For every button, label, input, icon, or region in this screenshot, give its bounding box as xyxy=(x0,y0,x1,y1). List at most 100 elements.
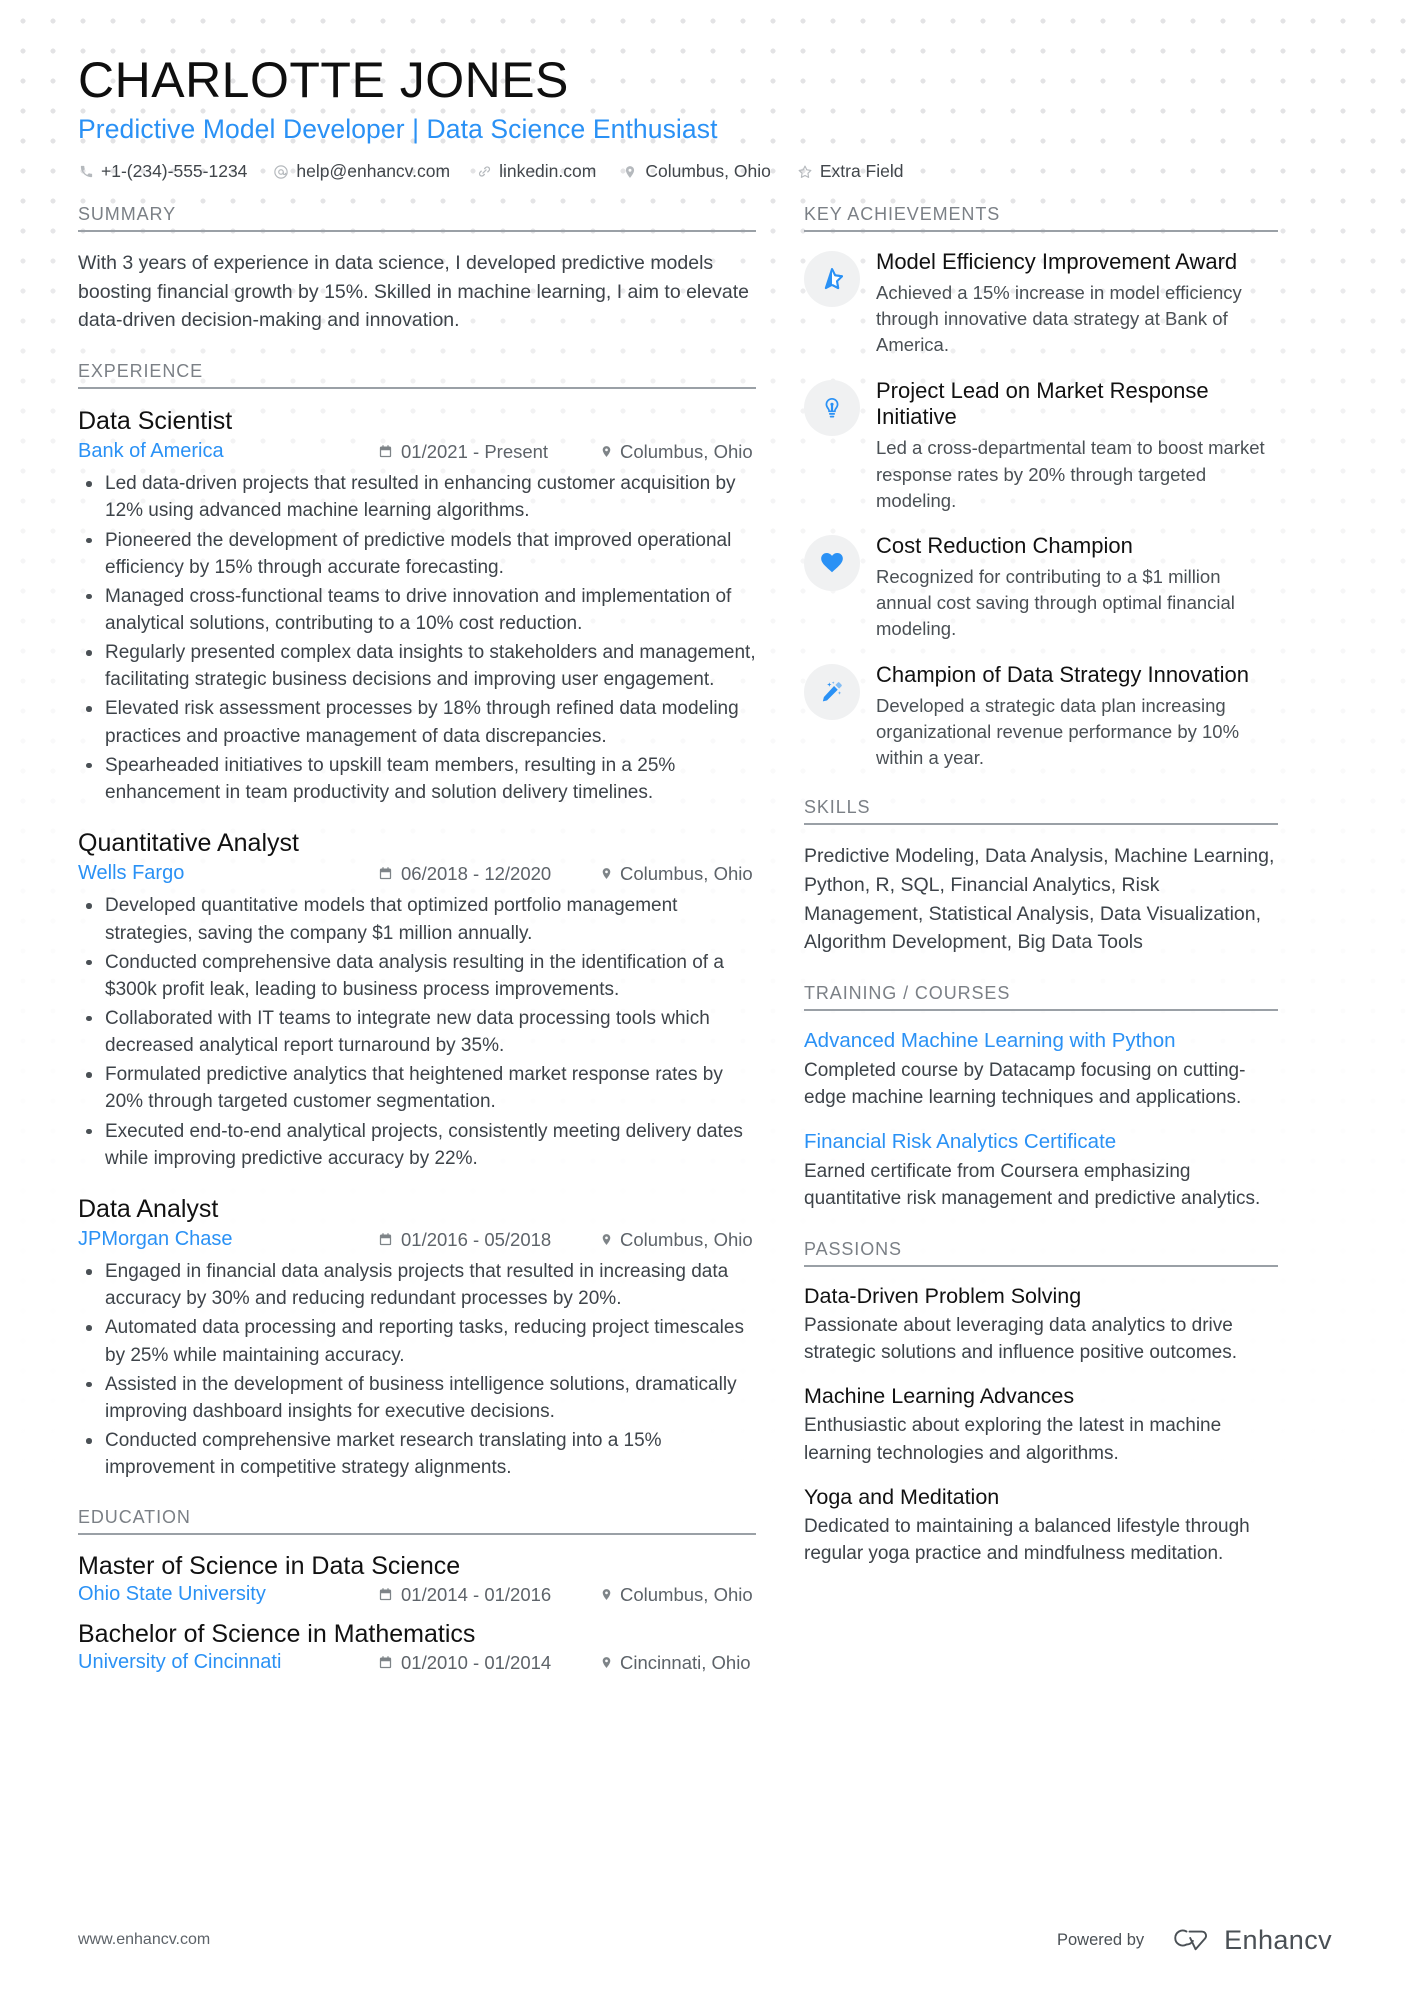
education-degree: Bachelor of Science in Mathematics xyxy=(78,1620,476,1649)
experience-meta: Wells Fargo 06/2018 - 12/2020 Columbus, xyxy=(78,862,756,885)
achievement-title: Project Lead on Market Response Initiati… xyxy=(876,377,1209,430)
experience-company[interactable]: JPMorgan Chase xyxy=(78,1228,378,1251)
calendar-icon xyxy=(378,1655,393,1670)
experience-company[interactable]: Wells Fargo xyxy=(78,862,378,885)
section-experience: EXPERIENCE Data Scientist Bank of Americ… xyxy=(78,361,756,1481)
education-dates-text: 01/2010 - 01/2014 xyxy=(401,1651,552,1673)
experience-entry: Data Analyst JPMorgan Chase 01/2016 - 05… xyxy=(78,1194,756,1482)
achievement-body: Project Lead on Market Response Initiati… xyxy=(876,378,1278,514)
list-item: Collaborated with IT teams to integrate … xyxy=(78,1005,756,1059)
education-location: Columbus, Ohio xyxy=(600,1584,753,1606)
experience-location-text: Columbus, Ohio xyxy=(620,440,753,462)
list-item: Conducted comprehensive data analysis re… xyxy=(78,949,756,1003)
page-footer: www.enhancv.com Powered by Enhancv xyxy=(0,1885,1410,1995)
passion-description: Passionate about leveraging data analyti… xyxy=(804,1314,1238,1363)
experience-location-text: Columbus, Ohio xyxy=(620,862,753,884)
skills-list: Predictive Modeling, Data Analysis, Mach… xyxy=(804,845,1275,954)
education-entry: Bachelor of Science in Mathematics Unive… xyxy=(78,1620,756,1674)
contact-extra-field-text: Extra Field xyxy=(819,161,904,181)
training-title[interactable]: Financial Risk Analytics Certificate xyxy=(804,1129,1278,1155)
passion-item: Machine Learning Advances Enthusiastic a… xyxy=(804,1384,1278,1467)
enhancv-logo[interactable]: Enhancv xyxy=(1166,1925,1332,1956)
education-school[interactable]: Ohio State University xyxy=(78,1583,378,1606)
experience-company[interactable]: Bank of America xyxy=(78,440,378,463)
section-passions: PASSIONS Data-Driven Problem Solving Pas… xyxy=(804,1239,1278,1568)
email-icon xyxy=(273,164,289,180)
achievement-item: Champion of Data Strategy Innovation Dev… xyxy=(804,662,1278,772)
experience-bullets: Led data-driven projects that resulted i… xyxy=(78,470,756,806)
contact-email-text: help@enhancv.com xyxy=(296,161,451,181)
contact-location[interactable]: Columbus, Ohio xyxy=(622,161,771,182)
calendar-icon xyxy=(378,866,393,881)
experience-dates: 01/2021 - Present xyxy=(378,441,600,463)
list-item: Elevated risk assessment processes by 18… xyxy=(78,695,756,749)
link-icon xyxy=(476,164,492,180)
education-location-text: Cincinnati, Ohio xyxy=(620,1651,751,1673)
experience-location: Columbus, Ohio xyxy=(600,441,753,463)
contact-extra-field[interactable]: Extra Field xyxy=(797,161,904,182)
experience-job-title: Data Scientist xyxy=(78,406,233,435)
contact-phone[interactable]: +1-(234)-555-1234 xyxy=(78,161,247,182)
achievement-title: Cost Reduction Champion xyxy=(876,533,1133,559)
heart-icon xyxy=(804,535,860,592)
professional-headline: Predictive Model Developer | Data Scienc… xyxy=(78,114,718,144)
location-pin-icon xyxy=(600,1655,613,1670)
passion-title: Yoga and Meditation xyxy=(804,1485,1000,1510)
section-education: EDUCATION Master of Science in Data Scie… xyxy=(78,1507,756,1674)
phone-icon xyxy=(78,164,94,180)
education-location-text: Columbus, Ohio xyxy=(620,1583,753,1605)
list-item: Engaged in financial data analysis proje… xyxy=(78,1258,756,1312)
achievement-description: Led a cross-departmental team to boost m… xyxy=(876,437,1265,511)
location-pin-icon xyxy=(600,1232,613,1247)
experience-entry: Quantitative Analyst Wells Fargo 06/2018… xyxy=(78,828,756,1172)
list-item: Executed end-to-end analytical projects,… xyxy=(78,1118,756,1172)
enhancv-mark-icon xyxy=(1166,1925,1212,1956)
section-key-achievements: KEY ACHIEVEMENTS Model Efficiency Improv… xyxy=(804,204,1278,771)
location-pin-icon xyxy=(622,164,638,180)
education-dates: 01/2014 - 01/2016 xyxy=(378,1584,600,1606)
passion-description: Dedicated to maintaining a balanced life… xyxy=(804,1516,1250,1565)
passion-item: Data-Driven Problem Solving Passionate a… xyxy=(804,1284,1278,1367)
list-item: Automated data processing and reporting … xyxy=(78,1314,756,1368)
list-item: Regularly presented complex data insight… xyxy=(78,639,756,693)
resume-header: CHARLOTTE JONES Predictive Model Develop… xyxy=(78,52,1332,182)
experience-bullets: Developed quantitative models that optim… xyxy=(78,892,756,1172)
experience-location-text: Columbus, Ohio xyxy=(620,1228,753,1250)
contact-linkedin[interactable]: linkedin.com xyxy=(476,161,596,182)
education-meta: University of Cincinnati 01/2010 - 01/20… xyxy=(78,1651,756,1674)
list-item: Pioneered the development of predictive … xyxy=(78,527,756,581)
calendar-icon xyxy=(378,1232,393,1247)
education-meta: Ohio State University 01/2014 - 01/2016 xyxy=(78,1583,756,1606)
list-item: Spearheaded initiatives to upskill team … xyxy=(78,752,756,806)
achievement-body: Model Efficiency Improvement Award Achie… xyxy=(876,249,1278,359)
passion-item: Yoga and Meditation Dedicated to maintai… xyxy=(804,1485,1278,1568)
experience-dates: 01/2016 - 05/2018 xyxy=(378,1229,600,1251)
achievement-title: Champion of Data Strategy Innovation xyxy=(876,661,1250,687)
experience-meta: Bank of America 01/2021 - Present Columb… xyxy=(78,440,756,463)
list-item: Led data-driven projects that resulted i… xyxy=(78,470,756,524)
experience-job-title: Data Analyst xyxy=(78,1194,219,1223)
enhancv-wordmark: Enhancv xyxy=(1224,1924,1332,1955)
achievement-item: Cost Reduction Champion Recognized for c… xyxy=(804,533,1278,643)
experience-job-title: Quantitative Analyst xyxy=(78,829,299,858)
contact-email[interactable]: help@enhancv.com xyxy=(273,161,450,182)
calendar-icon xyxy=(378,444,393,459)
section-heading-key-achievements: KEY ACHIEVEMENTS xyxy=(804,204,1278,232)
footer-website-url[interactable]: www.enhancv.com xyxy=(78,1931,210,1949)
list-item: Managed cross-functional teams to drive … xyxy=(78,583,756,637)
education-dates-text: 01/2014 - 01/2016 xyxy=(401,1583,552,1605)
left-column: SUMMARY With 3 years of experience in da… xyxy=(78,204,786,1700)
section-skills: SKILLS Predictive Modeling, Data Analysi… xyxy=(804,797,1278,957)
star-icon xyxy=(804,251,860,307)
list-item: Assisted in the development of business … xyxy=(78,1371,756,1425)
experience-dates-text: 06/2018 - 12/2020 xyxy=(401,862,552,884)
powered-by-label: Powered by xyxy=(1056,1930,1145,1949)
list-item: Conducted comprehensive market research … xyxy=(78,1427,756,1481)
achievement-title: Model Efficiency Improvement Award xyxy=(876,249,1238,274)
education-dates: 01/2010 - 01/2014 xyxy=(378,1652,600,1674)
achievement-body: Cost Reduction Champion Recognized for c… xyxy=(876,533,1278,643)
experience-location: Columbus, Ohio xyxy=(600,863,753,885)
training-title[interactable]: Advanced Machine Learning with Python xyxy=(804,1028,1278,1054)
right-column: KEY ACHIEVEMENTS Model Efficiency Improv… xyxy=(786,204,1278,1594)
education-school[interactable]: University of Cincinnati xyxy=(78,1651,378,1674)
